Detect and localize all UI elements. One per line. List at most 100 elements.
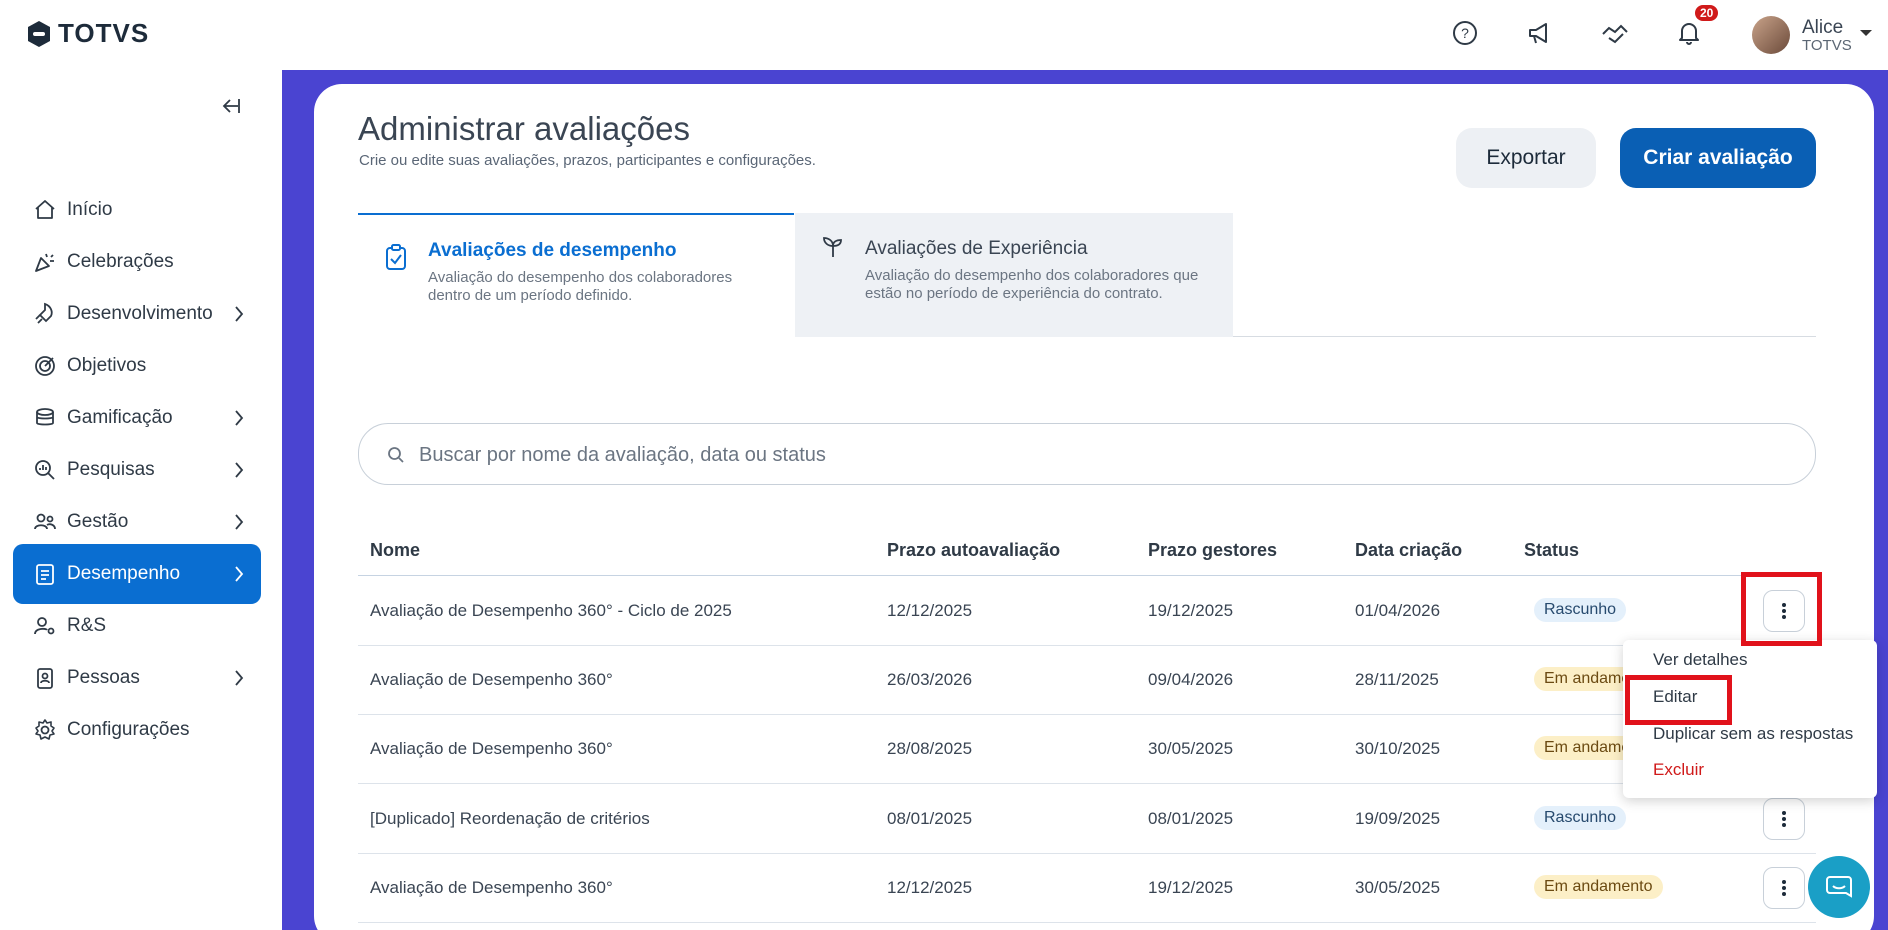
tab-title: Avaliações de desempenho [428, 240, 677, 261]
cell-name: Avaliação de Desempenho 360° [370, 739, 613, 758]
user-name[interactable]: Alice [1802, 17, 1843, 39]
sidebar-item-label: Desenvolvimento [67, 303, 213, 324]
people-icon [29, 506, 61, 538]
menu-item-delete[interactable]: Excluir [1653, 760, 1704, 780]
handshake-icon[interactable] [1598, 16, 1632, 50]
tabs-divider [1233, 336, 1816, 337]
cell-self-deadline: 28/08/2025 [887, 739, 973, 758]
sidebar-item-target[interactable]: Objetivos [13, 336, 261, 396]
tab-title: Avaliações de Experiência [865, 238, 1088, 259]
recruit-icon [29, 610, 61, 642]
page-title: Administrar avaliações [358, 110, 690, 147]
cell-self-deadline: 12/12/2025 [887, 601, 973, 620]
tab-experience-evaluations[interactable]: Avaliações de Experiência Avaliação do d… [795, 213, 1233, 337]
sidebar-item-party[interactable]: Celebrações [13, 232, 261, 292]
chevron-right-icon [235, 566, 244, 582]
sidebar-item-recruit[interactable]: R&S [13, 596, 261, 656]
highlight-box-kebab [1741, 572, 1822, 646]
table-row[interactable]: Avaliação de Desempenho 360° - Ciclo de … [358, 577, 1816, 646]
cell-created-date: 19/09/2025 [1355, 809, 1441, 828]
clipboard-icon [29, 558, 61, 590]
cell-created-date: 30/10/2025 [1355, 739, 1441, 758]
cell-self-deadline: 26/03/2026 [887, 670, 973, 689]
cell-created-date: 01/04/2026 [1355, 601, 1441, 620]
logo-text: TOTVS [58, 18, 150, 48]
sidebar-item-rocket[interactable]: Desenvolvimento [13, 284, 261, 344]
menu-item-duplicate[interactable]: Duplicar sem as respostas [1653, 724, 1853, 744]
cell-self-deadline: 12/12/2025 [887, 878, 973, 897]
search-icon [388, 447, 404, 463]
megaphone-icon[interactable] [1522, 16, 1556, 50]
sidebar-item-clipboard[interactable]: Desempenho [13, 544, 261, 604]
cell-manager-deadline: 09/04/2026 [1148, 670, 1234, 689]
table-row[interactable]: Avaliação de Desempenho 360° 26/03/2026 09… [358, 646, 1816, 715]
column-header-status[interactable]: Status [1524, 540, 1579, 561]
search-input[interactable] [419, 438, 1719, 472]
column-header-name[interactable]: Nome [370, 540, 420, 561]
sidebar-item-people[interactable]: Gestão [13, 492, 261, 552]
chevron-right-icon [235, 670, 244, 686]
search-bar [358, 423, 1816, 485]
cell-name: [Duplicado] Reordenação de critérios [370, 809, 650, 828]
sidebar-item-label: Gestão [67, 511, 129, 532]
notification-badge: 20 [1695, 5, 1719, 21]
chat-button[interactable] [1808, 856, 1870, 918]
chevron-right-icon [235, 514, 244, 530]
highlight-box-edit [1625, 675, 1732, 725]
search-chart-icon [29, 454, 61, 486]
menu-item-view-details[interactable]: Ver detalhes [1653, 650, 1748, 670]
column-header-created-date[interactable]: Data criação [1355, 540, 1462, 561]
table-row[interactable]: [Duplicado] Reordenação de critérios 08/0… [358, 785, 1816, 854]
cell-manager-deadline: 30/05/2025 [1148, 739, 1234, 758]
table-row[interactable]: Avaliação de Desempenho 360° 28/08/2025 30… [358, 715, 1816, 784]
sidebar-item-badge[interactable]: Pessoas [13, 648, 261, 708]
coins-icon [29, 402, 61, 434]
chevron-right-icon [235, 306, 244, 322]
more-vertical-icon [1782, 880, 1786, 896]
clipboard-check-icon [386, 244, 406, 270]
party-icon [29, 246, 61, 278]
gear-icon [29, 714, 61, 746]
table-row[interactable]: Avaliação de Desempenho 360° 12/12/2025 19… [358, 854, 1816, 923]
page-subtitle: Crie ou edite suas avaliações, prazos, p… [359, 152, 816, 169]
logo[interactable]: TOTVS [26, 18, 149, 49]
sidebar-item-label: Gamificação [67, 407, 173, 428]
tab-performance-evaluations[interactable]: Avaliações de desempenho Avaliação do de… [358, 213, 794, 337]
sidebar-item-coins[interactable]: Gamificação [13, 388, 261, 448]
sidebar-item-label: Início [67, 199, 113, 220]
sidebar-item-label: Configurações [67, 719, 190, 740]
cell-self-deadline: 08/01/2025 [887, 809, 973, 828]
sidebar-item-label: Desempenho [67, 563, 181, 584]
create-evaluation-button[interactable]: Criar avaliação [1620, 128, 1816, 188]
cell-name: Avaliação de Desempenho 360° [370, 670, 613, 689]
cell-created-date: 30/05/2025 [1355, 878, 1441, 897]
bell-icon[interactable] [1672, 16, 1706, 50]
status-badge: Em andamento [1534, 875, 1663, 899]
help-icon[interactable]: ? [1448, 16, 1482, 50]
sidebar-item-label: Objetivos [67, 355, 147, 376]
row-actions-button[interactable] [1763, 798, 1805, 840]
column-header-self-deadline[interactable]: Prazo autoavaliação [887, 540, 1060, 561]
column-header-manager-deadline[interactable]: Prazo gestores [1148, 540, 1277, 561]
user-org: TOTVS [1802, 37, 1852, 54]
row-actions-button[interactable] [1763, 867, 1805, 909]
rocket-icon [29, 298, 61, 330]
sprout-icon [823, 237, 842, 257]
collapse-sidebar-icon[interactable] [218, 96, 242, 116]
tab-description: Avaliação do desempenho dos colaboradore… [865, 267, 1199, 302]
top-header: TOTVS ? 20 Alice TOTVS [0, 0, 1888, 70]
sidebar-item-search-chart[interactable]: Pesquisas [13, 440, 261, 500]
cell-name: Avaliação de Desempenho 360° - Ciclo de … [370, 601, 732, 620]
chevron-down-icon[interactable] [1860, 30, 1872, 36]
target-icon [29, 350, 61, 382]
sidebar-item-gear[interactable]: Configurações [13, 700, 261, 760]
cell-created-date: 28/11/2025 [1355, 670, 1439, 689]
totvs-logo-icon [28, 20, 50, 47]
avatar[interactable] [1752, 16, 1790, 54]
table-header: Nome Prazo autoavaliação Prazo gestores … [358, 530, 1816, 576]
sidebar-item-label: R&S [67, 615, 107, 636]
tab-description: Avaliação do desempenho dos colaboradore… [428, 269, 733, 304]
sidebar-item-home[interactable]: Início [13, 180, 261, 240]
chevron-right-icon [235, 462, 244, 478]
export-button[interactable]: Exportar [1456, 128, 1596, 188]
